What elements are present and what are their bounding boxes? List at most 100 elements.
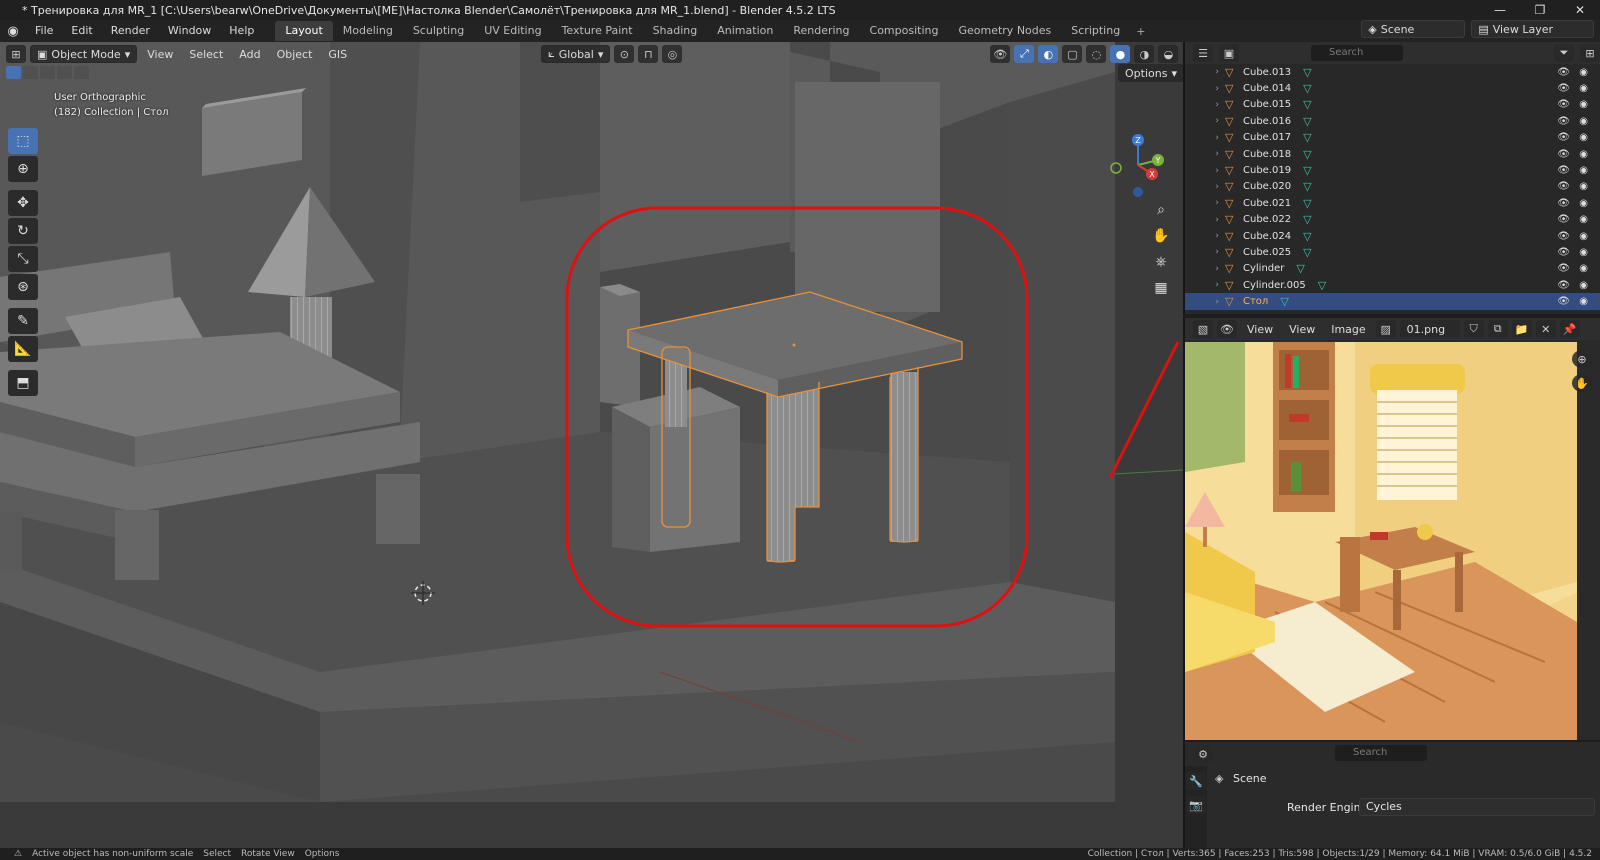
expand-arrow-icon[interactable]: › [1185,67,1225,77]
outliner-item-label[interactable]: Cube.016 [1243,116,1291,127]
outliner-item-label[interactable]: Cube.013 [1243,67,1291,78]
select-invert-icon[interactable] [57,66,72,79]
outliner-row[interactable]: › ▽ Стол ▽ 👁 ◉ [1185,293,1600,310]
proportional-edit-icon[interactable]: ◎ [662,45,683,63]
camera-icon[interactable]: ◉ [1579,149,1588,160]
expand-arrow-icon[interactable]: › [1185,100,1225,110]
image-browse-icon[interactable]: ▨ [1375,320,1396,338]
expand-arrow-icon[interactable]: › [1185,133,1225,143]
eye-icon[interactable]: 👁 [1557,181,1570,192]
rendered-shading-icon[interactable]: ◒ [1158,45,1179,63]
maximize-button[interactable]: ❐ [1520,0,1560,20]
outliner-item-label[interactable]: Cylinder [1243,263,1284,274]
expand-arrow-icon[interactable]: › [1185,215,1225,225]
expand-arrow-icon[interactable]: › [1185,116,1225,126]
menu-view[interactable]: View [141,48,179,61]
eye-icon[interactable]: 👁 [1557,296,1570,307]
eye-icon[interactable]: 👁 [1557,99,1570,110]
menu-select[interactable]: Select [183,48,229,61]
new-collection-icon[interactable]: ⊞ [1580,44,1600,62]
select-subtract-icon[interactable] [40,66,55,79]
outliner-item-label[interactable]: Cube.024 [1243,231,1291,242]
mesh-data-icon[interactable]: ▽ [1303,82,1311,95]
outliner-row[interactable]: › ▽ Cube.021 ▽ 👁 ◉ [1185,195,1600,211]
expand-arrow-icon[interactable]: › [1185,264,1225,274]
mesh-data-icon[interactable]: ▽ [1303,213,1311,226]
outliner-row[interactable]: › ▽ Cube.015 ▽ 👁 ◉ [1185,97,1600,113]
camera-icon[interactable]: ◉ [1579,132,1588,143]
camera-icon[interactable]: ◉ [1579,280,1588,291]
eye-icon[interactable]: 👁 [1557,198,1570,209]
scene-selector[interactable]: ◈ Scene [1361,20,1466,38]
measure-icon[interactable]: 📐 [8,336,38,362]
wireframe-shading-icon[interactable]: ◌ [1086,45,1107,63]
tab-texture-paint[interactable]: Texture Paint [552,21,643,41]
camera-icon[interactable]: ◉ [1579,214,1588,225]
eye-icon[interactable]: 👁 [1557,132,1570,143]
image-name-field[interactable]: 01.png [1399,320,1460,338]
select-box-icon[interactable]: ⬚ [8,128,38,154]
add-workspace-icon[interactable]: + [1130,25,1151,38]
outliner-item-label[interactable]: Cube.025 [1243,247,1291,258]
menu-view[interactable]: View [1283,323,1321,336]
mesh-data-icon[interactable]: ▽ [1318,279,1326,292]
select-extend-icon[interactable] [23,66,38,79]
menu-image[interactable]: Image [1325,323,1371,336]
expand-arrow-icon[interactable]: › [1185,247,1225,257]
navigation-gizmo[interactable]: Z Y X [1108,130,1168,200]
select-new-icon[interactable] [6,66,21,79]
outliner-item-label[interactable]: Cube.014 [1243,83,1291,94]
outliner-item-label[interactable]: Стол [1243,296,1268,307]
expand-arrow-icon[interactable]: › [1185,198,1225,208]
render-engine-dropdown[interactable]: Cycles [1359,798,1595,816]
camera-icon[interactable]: ◉ [1579,231,1588,242]
menu-object[interactable]: Object [271,48,319,61]
outliner-row[interactable]: › ▽ Cube.014 ▽ 👁 ◉ [1185,80,1600,96]
camera-icon[interactable]: ◉ [1579,99,1588,110]
pivot-icon[interactable]: ⊙ [614,45,635,63]
expand-arrow-icon[interactable]: › [1185,182,1225,192]
tab-geometry-nodes[interactable]: Geometry Nodes [948,21,1061,41]
close-button[interactable]: ✕ [1560,0,1600,20]
outliner-search-input[interactable]: Search [1311,45,1403,61]
tab-sculpting[interactable]: Sculpting [403,21,474,41]
snap-icon[interactable]: ⊓ [638,45,659,63]
menu-view-dropdown[interactable]: View [1241,323,1279,336]
tab-layout[interactable]: Layout [275,21,333,41]
mesh-data-icon[interactable]: ▽ [1303,197,1311,210]
outliner-row[interactable]: › ▽ Cube.024 ▽ 👁 ◉ [1185,228,1600,244]
transform-orientation-dropdown[interactable]: ⟀ Global ▾ [541,45,611,63]
xray-icon[interactable]: ▢ [1062,45,1083,63]
eye-icon[interactable]: 👁 [1557,280,1570,291]
tab-shading[interactable]: Shading [643,21,708,41]
expand-arrow-icon[interactable]: › [1185,280,1225,290]
render-tab-icon[interactable]: 📷 [1186,796,1206,814]
camera-icon[interactable]: ◉ [1579,296,1588,307]
tab-uv-editing[interactable]: UV Editing [474,21,551,41]
tab-modeling[interactable]: Modeling [333,21,403,41]
mesh-data-icon[interactable]: ▽ [1303,164,1311,177]
options-dropdown[interactable]: Options ▾ [1118,64,1183,82]
3d-viewport[interactable]: ⊞ ▣ Object Mode ▾ View Select Add Object… [0,42,1183,848]
menu-help[interactable]: Help [220,20,263,42]
zoom-icon[interactable]: ⌕ [1150,200,1172,220]
eye-icon[interactable]: 👁 [1557,247,1570,258]
camera-icon[interactable]: ⎈ [1150,252,1172,272]
eye-icon[interactable]: 👁 [1557,83,1570,94]
eye-icon[interactable]: 👁 [1557,67,1570,78]
mesh-data-icon[interactable]: ▽ [1303,230,1311,243]
mesh-data-icon[interactable]: ▽ [1303,148,1311,161]
rotate-icon[interactable]: ↻ [8,218,38,244]
outliner-row[interactable]: › ▽ Cube.013 ▽ 👁 ◉ [1185,64,1600,80]
outliner-item-label[interactable]: Cube.018 [1243,149,1291,160]
camera-icon[interactable]: ◉ [1579,83,1588,94]
outliner-row[interactable]: › ▽ Cylinder.005 ▽ 👁 ◉ [1185,277,1600,293]
fake-user-icon[interactable]: ⛉ [1463,320,1484,338]
outliner-row[interactable]: › ▽ Cube.017 ▽ 👁 ◉ [1185,130,1600,146]
editor-type-icon[interactable]: ⊞ [6,45,26,63]
mesh-data-icon[interactable]: ▽ [1303,180,1311,193]
display-mode-icon[interactable]: ▣ [1219,44,1239,62]
eye-icon[interactable]: 👁 [1557,263,1570,274]
mesh-data-icon[interactable]: ▽ [1303,131,1311,144]
expand-arrow-icon[interactable]: › [1185,231,1225,241]
